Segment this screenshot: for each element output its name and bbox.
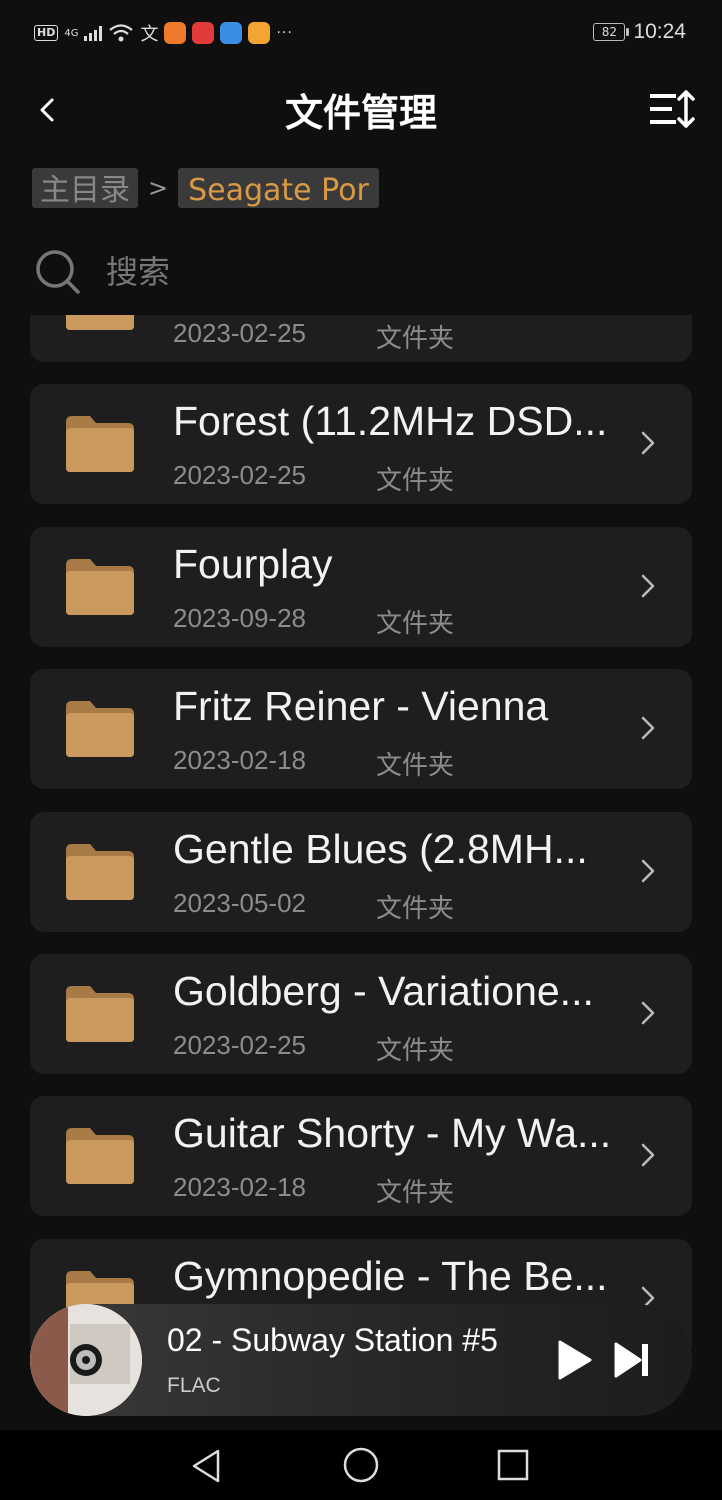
- breadcrumb-root[interactable]: 主目录: [32, 168, 138, 208]
- header: 文件管理: [0, 72, 722, 148]
- folder-icon: [66, 701, 134, 757]
- track-format: FLAC: [167, 1374, 221, 1397]
- system-nav-bar: [0, 1430, 722, 1500]
- folder-date: 2023-02-18: [173, 745, 306, 775]
- battery-icon: 82: [593, 23, 630, 41]
- folder-name: Goldberg - Variatione...: [173, 968, 594, 1014]
- folder-date: 2023-09-28: [173, 603, 306, 633]
- chevron-right-icon: [641, 1143, 655, 1167]
- chevron-right-icon: [641, 716, 655, 740]
- hd-icon: HD: [34, 25, 59, 41]
- folder-type: 文件夹: [376, 1178, 455, 1208]
- album-art[interactable]: [30, 1304, 142, 1416]
- sort-icon[interactable]: [648, 86, 698, 132]
- chevron-right-icon: [641, 574, 655, 598]
- search-bar: [34, 246, 684, 298]
- folder-icon: [66, 844, 134, 900]
- list-item[interactable]: 2023-02-25 文件夹: [30, 315, 692, 362]
- folder-name: Guitar Shorty - My Wa...: [173, 1110, 612, 1156]
- folder-icon: [66, 315, 134, 330]
- mini-player[interactable]: 02 - Subway Station #5 FLAC: [30, 1304, 692, 1416]
- breadcrumb-current[interactable]: Seagate Por: [178, 168, 379, 208]
- input-method-icon: 文: [140, 24, 159, 45]
- status-left: HD 4G 文 ···: [34, 20, 293, 46]
- folder-name: Forest (11.2MHz DSD...: [173, 398, 608, 444]
- signal-icon: [84, 25, 103, 41]
- folder-list[interactable]: 2023-02-25 文件夹 Forest (11.2MHz DSD... 20…: [0, 315, 722, 1430]
- folder-type: 文件夹: [376, 466, 455, 496]
- folder-name: Fourplay: [173, 541, 333, 587]
- folder-name: Gymnopedie - The Be...: [173, 1253, 608, 1299]
- folder-type: 文件夹: [376, 894, 455, 924]
- status-right: 82 10:24: [593, 20, 686, 44]
- folder-type: 文件夹: [376, 609, 455, 639]
- breadcrumb: 主目录 > Seagate Por: [32, 168, 379, 208]
- app-icon-4: [248, 22, 271, 44]
- app-icon-1: [164, 22, 187, 44]
- more-notifications-icon: ···: [276, 25, 293, 41]
- folder-icon: [66, 559, 134, 615]
- folder-type: 文件夹: [376, 1036, 455, 1066]
- network-type: 4G: [64, 27, 79, 39]
- app-icon-3: [220, 22, 243, 44]
- list-item[interactable]: Fourplay 2023-09-28 文件夹: [30, 527, 692, 647]
- folder-date: 2023-05-02: [173, 888, 306, 918]
- list-item[interactable]: Fritz Reiner - Vienna 2023-02-18 文件夹: [30, 669, 692, 789]
- folder-type: 文件夹: [376, 751, 455, 781]
- folder-date: 2023-02-25: [173, 1030, 306, 1060]
- skip-next-icon[interactable]: [612, 1340, 652, 1380]
- list-item[interactable]: Goldberg - Variatione... 2023-02-25 文件夹: [30, 954, 692, 1074]
- search-input[interactable]: [104, 252, 648, 292]
- chevron-right-icon: [641, 1001, 655, 1025]
- folder-type: 文件夹: [376, 324, 455, 354]
- folder-icon: [66, 416, 134, 472]
- list-item[interactable]: Forest (11.2MHz DSD... 2023-02-25 文件夹: [30, 384, 692, 504]
- folder-icon: [66, 1128, 134, 1184]
- folder-name: Fritz Reiner - Vienna: [173, 683, 549, 729]
- list-item[interactable]: Gentle Blues (2.8MH... 2023-05-02 文件夹: [30, 812, 692, 932]
- clock: 10:24: [633, 20, 686, 43]
- breadcrumb-separator: >: [148, 174, 169, 202]
- nav-back-icon[interactable]: [186, 1446, 226, 1486]
- folder-name: Gentle Blues (2.8MH...: [173, 826, 588, 872]
- wifi-icon: [109, 24, 134, 42]
- album-cover-image: [30, 1304, 142, 1416]
- folder-date: 2023-02-18: [173, 1172, 306, 1202]
- chevron-right-icon: [641, 431, 655, 455]
- nav-recents-icon[interactable]: [496, 1448, 530, 1482]
- nav-home-icon[interactable]: [342, 1446, 380, 1484]
- track-title: 02 - Subway Station #5: [167, 1322, 498, 1358]
- folder-date: 2023-02-25: [173, 318, 306, 348]
- chevron-right-icon: [641, 859, 655, 883]
- page-title: 文件管理: [284, 91, 437, 135]
- play-icon[interactable]: [554, 1338, 594, 1382]
- folder-icon: [66, 986, 134, 1042]
- list-item[interactable]: Guitar Shorty - My Wa... 2023-02-18 文件夹: [30, 1096, 692, 1216]
- search-icon: [36, 250, 80, 294]
- folder-date: 2023-02-25: [173, 460, 306, 490]
- status-bar: HD 4G 文 ··· 82 10:24: [0, 0, 722, 64]
- app-icon-2: [192, 22, 215, 44]
